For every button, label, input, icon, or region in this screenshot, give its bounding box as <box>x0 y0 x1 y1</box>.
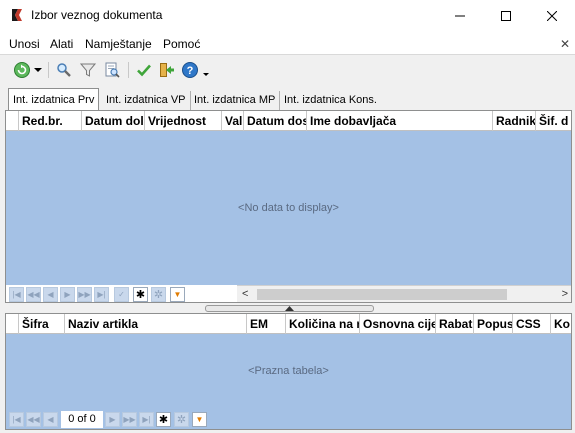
title-bar: Izbor veznog dokumenta <box>0 0 575 31</box>
filter-button[interactable] <box>78 61 98 79</box>
nav-prev-button[interactable]: ◀ <box>43 287 58 302</box>
row-indicator-header <box>6 111 19 131</box>
column-header-naziv-artikla[interactable]: Naziv artikla <box>65 314 247 334</box>
column-header-red-br[interactable]: Red.br. <box>19 111 82 131</box>
maximize-icon <box>501 10 511 21</box>
column-header-radnik[interactable]: Radnik <box>493 111 536 131</box>
refresh-icon <box>14 62 30 78</box>
help-dropdown-icon <box>203 73 209 76</box>
refresh-dropdown[interactable] <box>33 61 43 79</box>
help-icon: ? <box>182 62 198 78</box>
refresh-button[interactable] <box>12 61 32 79</box>
scroll-right-icon[interactable]: > <box>562 288 568 300</box>
nav-filter-icon[interactable]: ▼ <box>170 287 185 302</box>
column-header-osnovna-cijena[interactable]: Osnovna cije <box>360 314 436 334</box>
close-icon <box>547 10 557 21</box>
column-header-datum-dol[interactable]: Datum dol <box>82 111 145 131</box>
menu-close-icon[interactable]: ✕ <box>560 37 570 51</box>
minimize-icon <box>455 15 465 16</box>
column-header-sifra[interactable]: Šifra <box>19 314 65 334</box>
column-header-css[interactable]: CSS <box>513 314 551 334</box>
column-header-popust[interactable]: Popus <box>474 314 513 334</box>
search-icon <box>57 63 71 77</box>
documents-grid-body[interactable]: <No data to display> <box>6 131 571 285</box>
tab-int-izdatnica-prv[interactable]: Int. izdatnica Prv <box>8 88 100 110</box>
filter-icon <box>80 63 96 77</box>
horizontal-scrollbar[interactable]: < > <box>237 285 571 302</box>
nav-filter-icon[interactable]: ▼ <box>192 412 207 427</box>
dropdown-arrow-icon <box>34 67 42 72</box>
column-header-kolicina[interactable]: Količina na r <box>286 314 360 334</box>
scroll-left-icon[interactable]: < <box>242 288 248 300</box>
nav-cancel-icon[interactable]: ✲ <box>174 412 189 427</box>
search-button[interactable] <box>54 61 74 79</box>
nav-prev-page-button[interactable]: ◀◀ <box>26 412 41 427</box>
nav-new-icon[interactable]: ✱ <box>133 287 148 302</box>
maximize-button[interactable] <box>483 0 529 31</box>
preview-button[interactable] <box>102 61 122 79</box>
menu-bar: Unosi Alati Namještanje Pomoć ✕ <box>0 31 575 55</box>
checkmark-icon <box>137 64 151 77</box>
column-header-val[interactable]: Val <box>222 111 244 131</box>
empty-table-message: <Prazna tabela> <box>248 365 329 377</box>
nav-prev-button[interactable]: ◀ <box>43 412 58 427</box>
nav-next-button[interactable]: ▶ <box>60 287 75 302</box>
articles-grid-header: Šifra Naziv artikla EM Količina na r Osn… <box>6 314 571 334</box>
preview-icon <box>105 62 120 78</box>
minimize-button[interactable] <box>437 0 483 31</box>
column-header-ko[interactable]: Ko <box>551 314 571 334</box>
confirm-button[interactable] <box>134 61 154 79</box>
nav-first-button[interactable]: |◀ <box>9 287 24 302</box>
column-header-rabat[interactable]: Rabat <box>436 314 474 334</box>
tab-int-izdatnica-mp[interactable]: Int. izdatnica MP <box>190 91 281 110</box>
toolbar: ? <box>0 56 575 84</box>
toolbar-separator <box>48 62 49 78</box>
empty-grid-message: <No data to display> <box>238 202 339 214</box>
column-header-vrijednost[interactable]: Vrijednost <box>145 111 222 131</box>
nav-next-page-button[interactable]: ▶▶ <box>77 287 92 302</box>
nav-first-button[interactable]: |◀ <box>9 412 24 427</box>
articles-grid: Šifra Naziv artikla EM Količina na r Osn… <box>5 313 572 430</box>
documents-grid-header: Red.br. Datum dol Vrijednost Val Datum d… <box>6 111 571 131</box>
exit-button[interactable] <box>157 61 177 79</box>
column-header-ime-dobavljaca[interactable]: Ime dobavljača <box>307 111 493 131</box>
nav-edit-button[interactable]: ✓ <box>114 287 129 302</box>
panel-splitter[interactable] <box>205 305 374 312</box>
documents-grid: Red.br. Datum dol Vrijednost Val Datum d… <box>5 110 572 303</box>
menu-namjestanje[interactable]: Namještanje <box>85 37 152 51</box>
svg-text:?: ? <box>187 65 194 77</box>
window-title: Izbor veznog dokumenta <box>31 8 163 22</box>
column-header-sif-d[interactable]: Šif. d <box>536 111 571 131</box>
app-logo-icon <box>10 8 24 22</box>
help-dropdown[interactable] <box>202 61 210 79</box>
close-button[interactable] <box>529 0 575 31</box>
menu-unosi[interactable]: Unosi <box>9 37 40 51</box>
document-tabs: Int. izdatnica Prv Int. izdatnica VP Int… <box>0 88 575 110</box>
nav-new-icon[interactable]: ✱ <box>156 412 171 427</box>
help-button[interactable]: ? <box>180 61 200 79</box>
exit-icon <box>160 63 174 77</box>
nav-last-button[interactable]: ▶| <box>94 287 109 302</box>
column-header-datum-dos[interactable]: Datum dos <box>244 111 307 131</box>
menu-alati[interactable]: Alati <box>50 37 73 51</box>
row-indicator-header <box>6 314 19 334</box>
nav-next-page-button[interactable]: ▶▶ <box>122 412 137 427</box>
nav-prev-page-button[interactable]: ◀◀ <box>26 287 41 302</box>
column-header-em[interactable]: EM <box>247 314 286 334</box>
nav-next-button[interactable]: ▶ <box>105 412 120 427</box>
toolbar-separator <box>128 62 129 78</box>
nav-cancel-icon[interactable]: ✲ <box>151 287 166 302</box>
menu-pomoc[interactable]: Pomoć <box>163 37 200 51</box>
record-counter: 0 of 0 <box>61 411 103 428</box>
tab-int-izdatnica-vp[interactable]: Int. izdatnica VP <box>102 91 191 110</box>
tab-int-izdatnica-kons[interactable]: Int. izdatnica Kons. <box>280 91 381 110</box>
chevron-up-icon <box>285 306 294 311</box>
scroll-thumb[interactable] <box>257 289 507 300</box>
nav-last-button[interactable]: ▶| <box>139 412 154 427</box>
articles-navigator: |◀ ◀◀ ◀ 0 of 0 ▶ ▶▶ ▶| ✱ ✲ ▼ <box>6 410 571 428</box>
